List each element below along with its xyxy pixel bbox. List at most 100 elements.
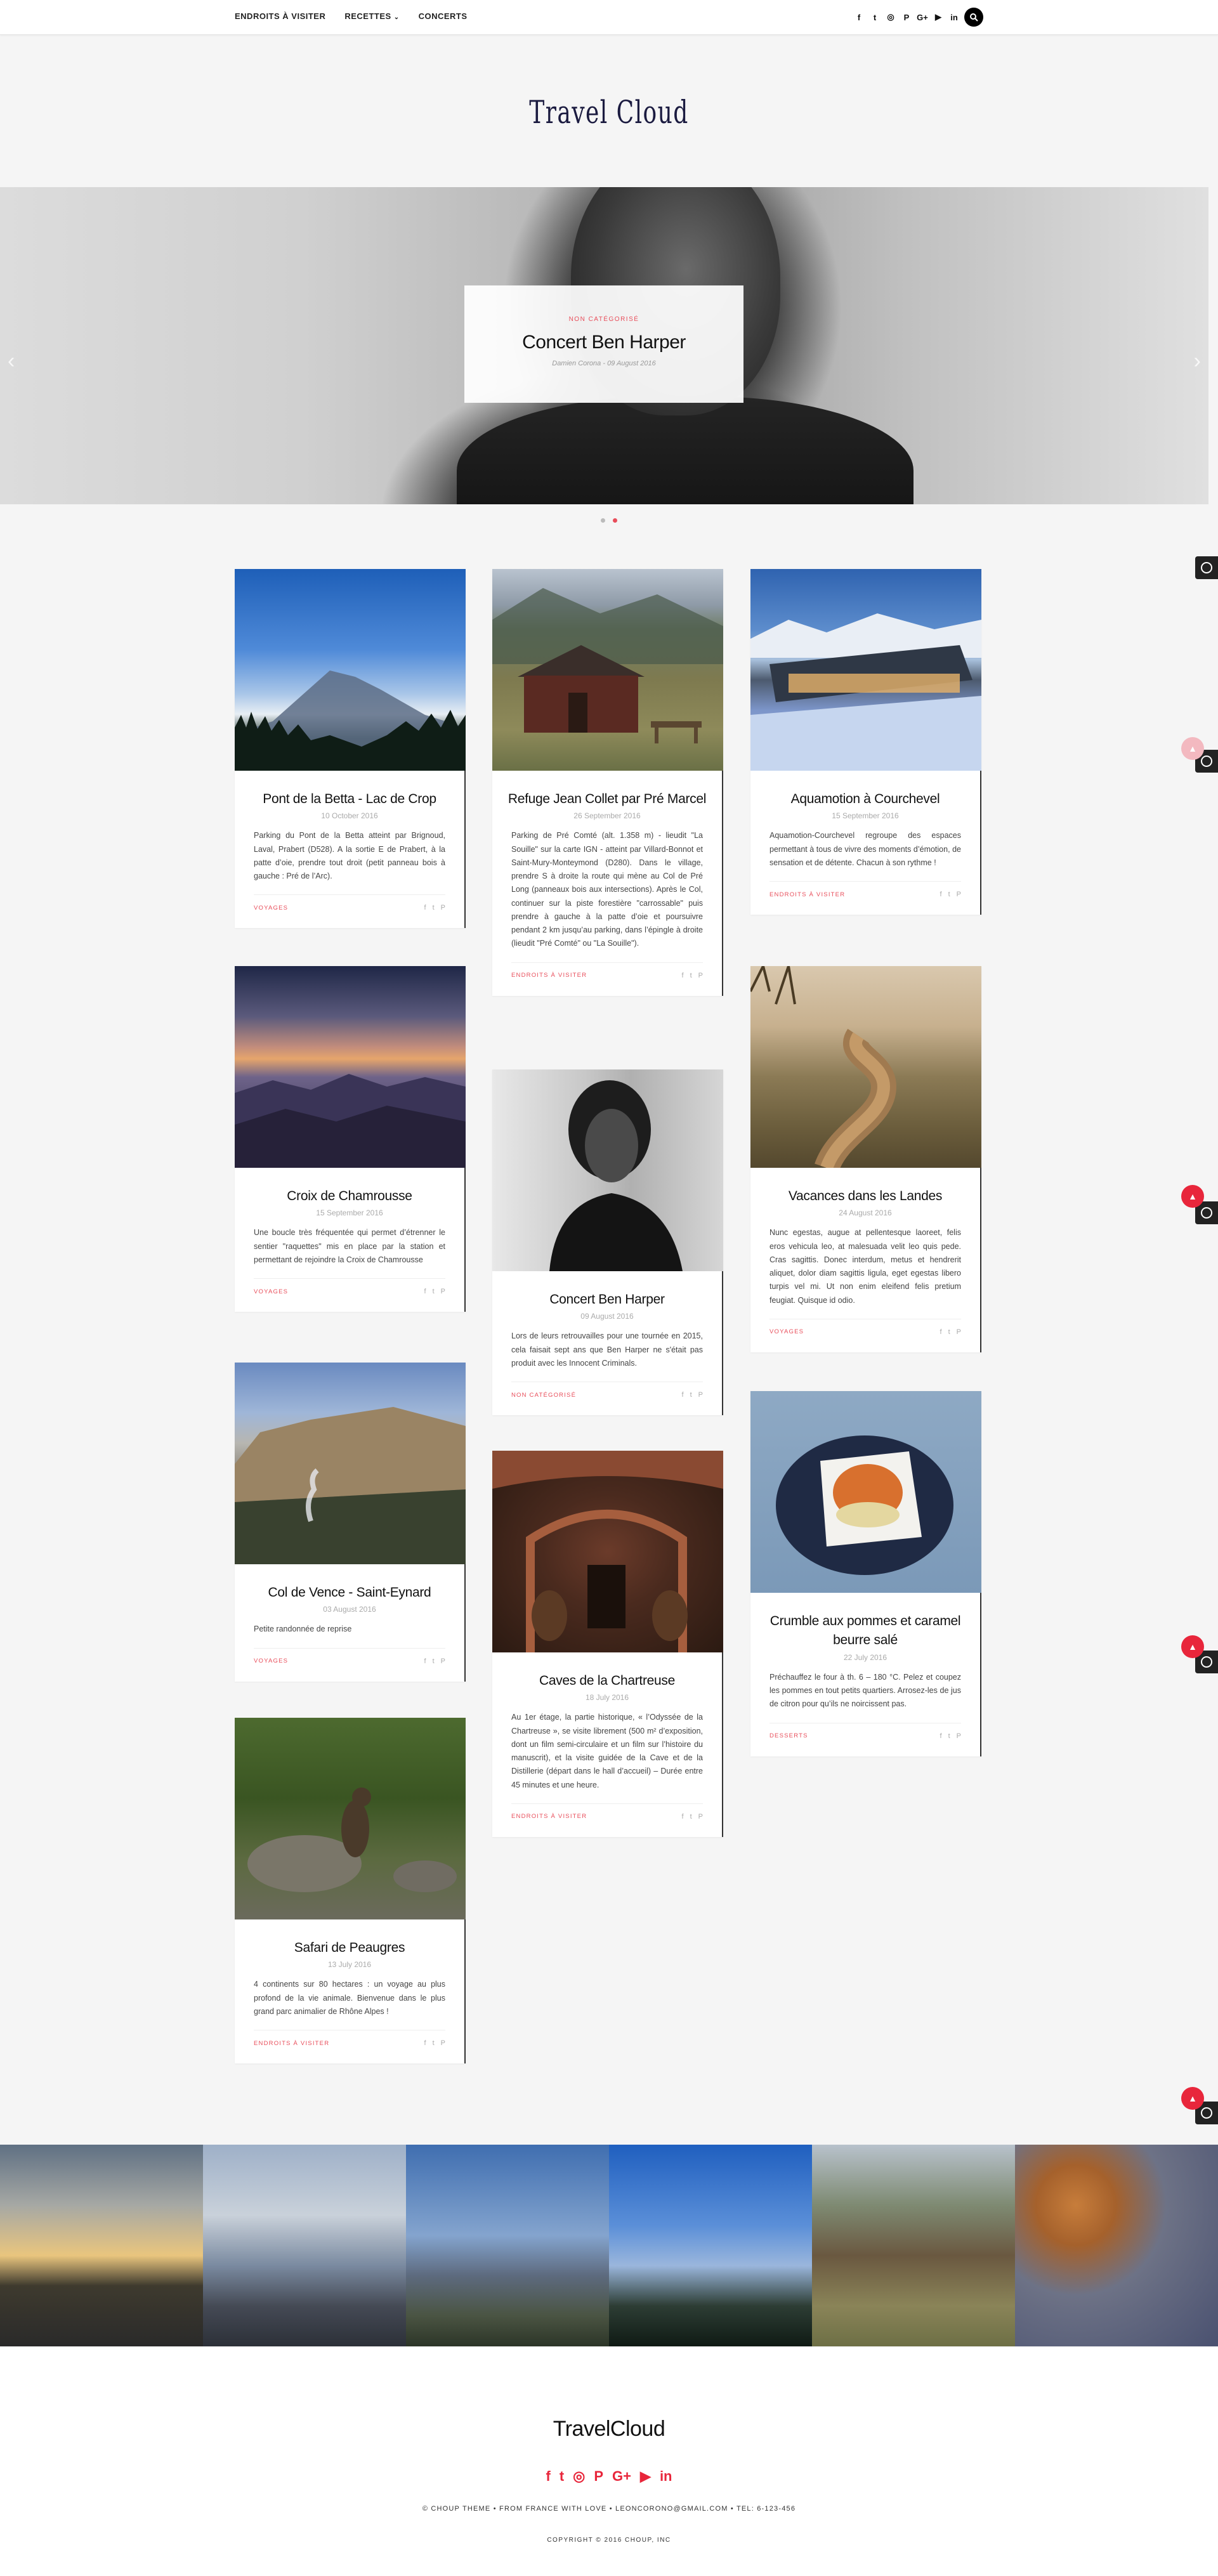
googleplus-icon[interactable]: G+ [612,2468,631,2485]
instagram-photo[interactable] [812,2145,1015,2346]
facebook-icon[interactable]: f [424,904,426,912]
instagram-photo[interactable] [203,2145,406,2346]
slider-prev-arrow[interactable]: ‹ [8,349,15,374]
slider-next-arrow[interactable]: › [1194,349,1201,374]
facebook-icon[interactable]: f [546,2468,551,2485]
nav-item-recettes[interactable]: RECETTES ⌄ [344,11,399,21]
side-widget-button[interactable] [1195,556,1218,579]
post-category[interactable]: DESSERTS [769,1732,808,1739]
facebook-icon[interactable]: f [424,2039,426,2047]
post-title[interactable]: Concert Ben Harper [492,1271,722,1309]
twitter-icon[interactable]: t [433,1288,435,1295]
post-footer: VOYAGES ftP [254,1278,445,1312]
scroll-top-button[interactable]: ▲ [1181,1635,1204,1658]
post-title[interactable]: Crumble aux pommes et caramel beurre sal… [750,1593,980,1651]
post-category[interactable]: VOYAGES [254,905,288,912]
facebook-icon[interactable]: f [682,1391,684,1399]
search-button[interactable] [964,8,983,27]
pinterest-icon[interactable]: P [441,1657,445,1665]
twitter-icon[interactable]: t [948,1328,950,1336]
post-category[interactable]: VOYAGES [254,1657,288,1664]
pinterest-icon[interactable]: P [441,1288,445,1295]
facebook-icon[interactable]: f [424,1288,426,1295]
scroll-top-button[interactable]: ▲ [1181,1185,1204,1208]
twitter-icon[interactable]: t [690,1391,692,1399]
post-image[interactable] [235,1363,466,1564]
post-title[interactable]: Aquamotion à Courchevel [750,771,980,809]
twitter-icon[interactable]: t [948,1732,950,1740]
pinterest-icon[interactable]: P [957,1328,961,1336]
instagram-photo[interactable] [0,2145,203,2346]
twitter-icon[interactable]: t [948,891,950,898]
post-image[interactable] [750,569,981,771]
pinterest-icon[interactable]: P [594,2468,603,2485]
post-title[interactable]: Col de Vence - Saint-Eynard [235,1564,464,1602]
facebook-icon[interactable]: f [940,1732,942,1740]
nav-item-endroits[interactable]: ENDROITS À VISITER [235,11,325,21]
post-category[interactable]: ENDROITS À VISITER [254,2040,329,2047]
pinterest-icon[interactable]: P [698,1391,703,1399]
post-title[interactable]: Vacances dans les Landes [750,1168,980,1206]
post-category[interactable]: ENDROITS À VISITER [511,1813,587,1820]
youtube-icon[interactable]: ▶ [640,2468,651,2485]
twitter-icon[interactable]: t [869,11,881,23]
pinterest-icon[interactable]: P [901,11,912,23]
site-logo[interactable]: Travel Cloud [171,94,1047,131]
post-category[interactable]: ENDROITS À VISITER [511,972,587,979]
post-category[interactable]: VOYAGES [769,1328,804,1335]
post-image[interactable] [750,966,981,1168]
youtube-icon[interactable]: ▶ [933,11,944,23]
twitter-icon[interactable]: t [433,1657,435,1665]
post-image[interactable] [750,1391,981,1593]
post-title[interactable]: Croix de Chamrousse [235,1168,464,1206]
pinterest-icon[interactable]: P [957,1732,961,1740]
instagram-photo[interactable] [609,2145,812,2346]
slider-dot[interactable] [601,518,605,523]
twitter-icon[interactable]: t [690,972,692,979]
post-title[interactable]: Pont de la Betta - Lac de Crop [235,771,464,809]
pinterest-icon[interactable]: P [698,972,703,979]
pinterest-icon[interactable]: P [698,1813,703,1821]
post-title[interactable]: Refuge Jean Collet par Pré Marcel [492,771,722,809]
facebook-icon[interactable]: f [940,1328,942,1336]
instagram-photo[interactable] [1015,2145,1218,2346]
linkedin-icon[interactable]: in [948,11,960,23]
hero-category[interactable]: NON CATÉGORISÉ [464,316,743,323]
twitter-icon[interactable]: t [690,1813,692,1821]
slider-dot-active[interactable] [613,518,617,523]
post-image[interactable] [235,966,466,1168]
footer-logo[interactable]: TravelCloud [0,2417,1218,2442]
nav-item-concerts[interactable]: CONCERTS [419,11,468,21]
facebook-icon[interactable]: f [940,891,942,898]
pinterest-icon[interactable]: P [441,904,445,912]
hero-caption[interactable]: NON CATÉGORISÉ Concert Ben Harper Damien… [464,285,743,403]
facebook-icon[interactable]: f [853,11,865,23]
post-category[interactable]: ENDROITS À VISITER [769,891,845,898]
post-image[interactable] [492,569,723,771]
post-title[interactable]: Caves de la Chartreuse [492,1652,722,1690]
post-image[interactable] [492,1069,723,1271]
pinterest-icon[interactable]: P [441,2039,445,2047]
facebook-icon[interactable]: f [682,1813,684,1821]
post-image[interactable] [235,1718,466,1919]
googleplus-icon[interactable]: G+ [917,11,928,23]
share-links: ftP [682,972,703,979]
instagram-photo[interactable] [406,2145,609,2346]
post-image[interactable] [235,569,466,771]
instagram-icon[interactable]: ◎ [885,11,896,23]
scroll-top-button[interactable]: ▲ [1181,737,1204,760]
post-category[interactable]: VOYAGES [254,1288,288,1295]
linkedin-icon[interactable]: in [660,2468,672,2485]
facebook-icon[interactable]: f [682,972,684,979]
twitter-icon[interactable]: t [433,2039,435,2047]
pinterest-icon[interactable]: P [957,891,961,898]
hero-title[interactable]: Concert Ben Harper [464,332,743,353]
facebook-icon[interactable]: f [424,1657,426,1665]
scroll-top-button[interactable]: ▲ [1181,2087,1204,2110]
twitter-icon[interactable]: t [433,904,435,912]
post-title[interactable]: Safari de Peaugres [235,1919,464,1958]
post-image[interactable] [492,1451,723,1652]
post-category[interactable]: NON CATÉGORISÉ [511,1392,576,1399]
instagram-icon[interactable]: ◎ [573,2468,585,2485]
twitter-icon[interactable]: t [560,2468,564,2485]
